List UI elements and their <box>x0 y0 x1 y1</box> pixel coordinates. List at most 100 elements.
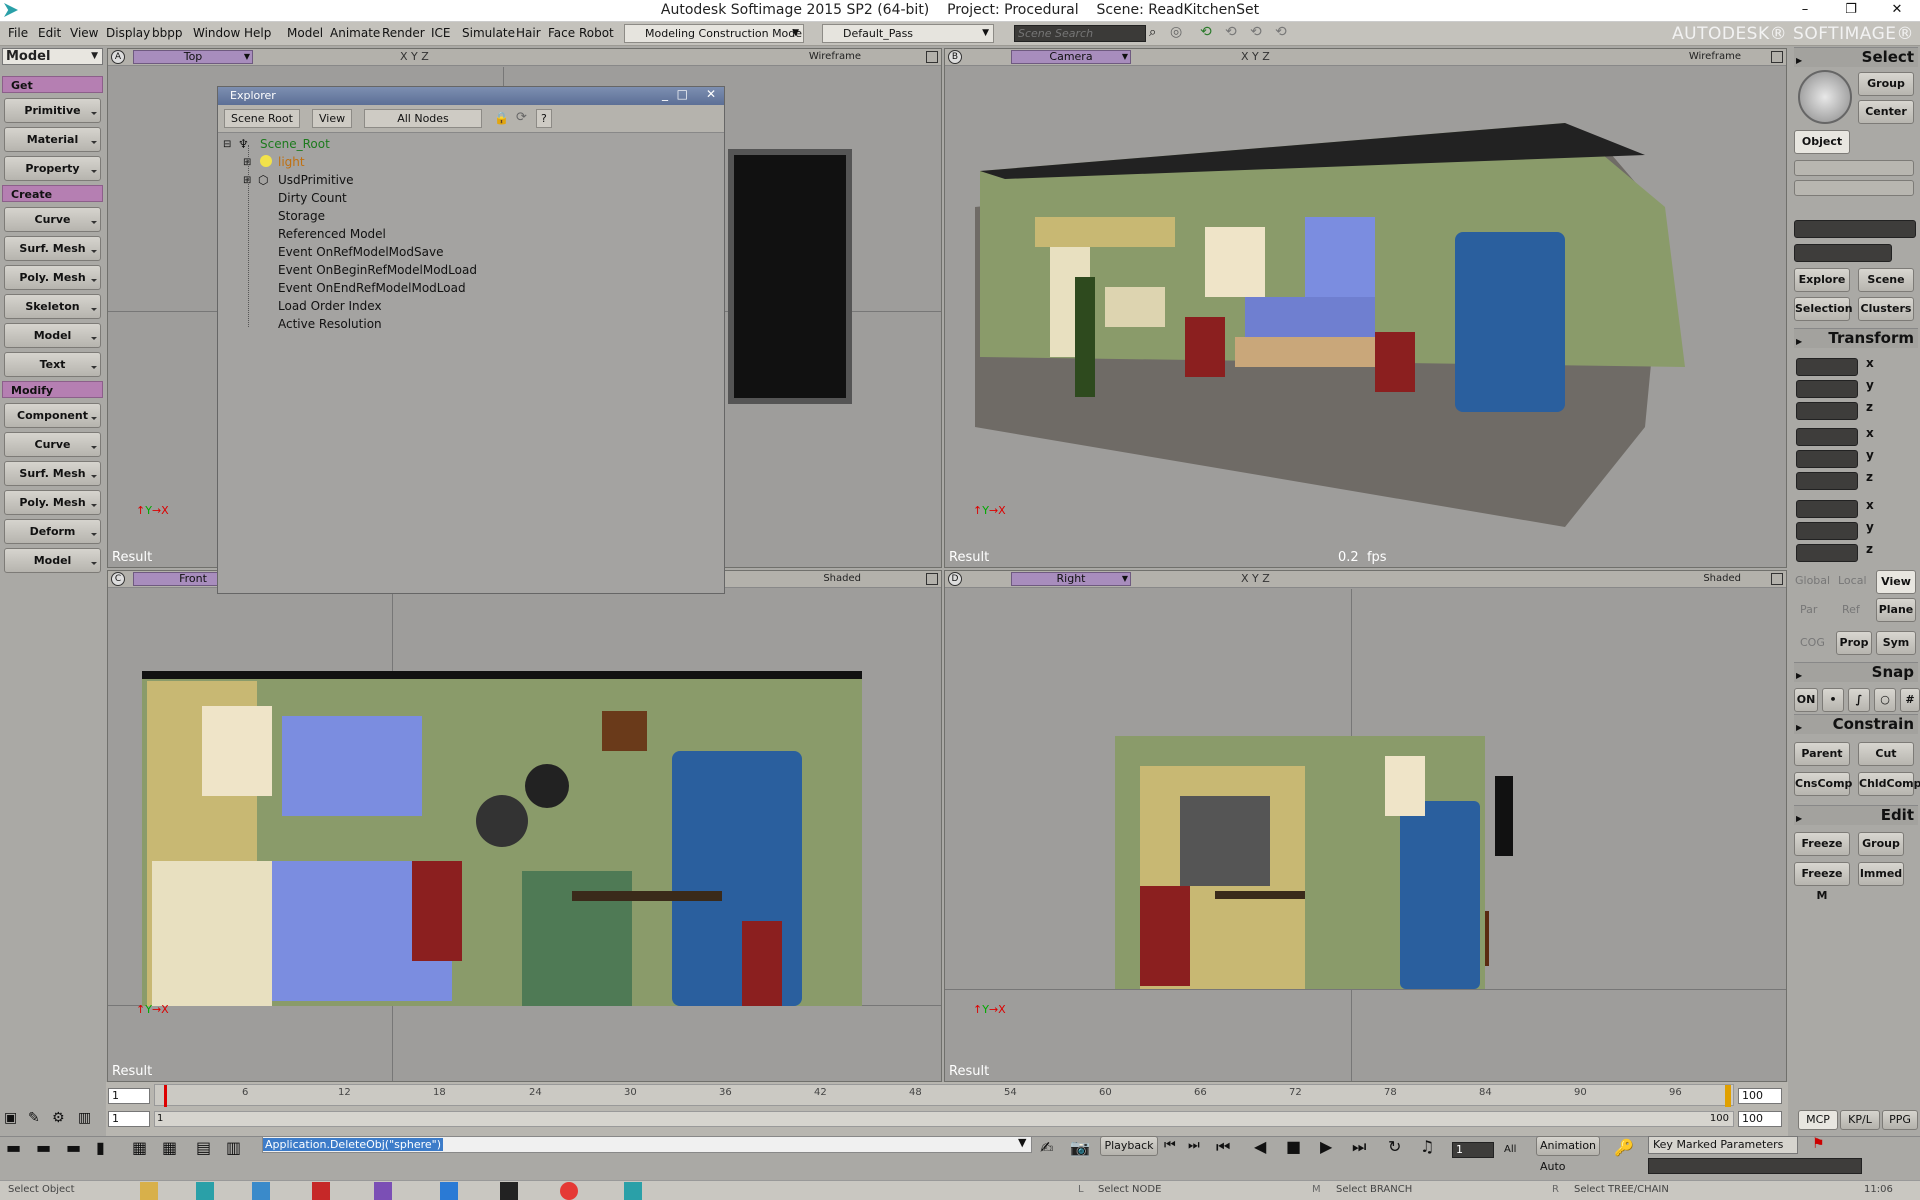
translate-z-field[interactable] <box>1796 544 1858 562</box>
layout2-icon[interactable]: ▬ <box>36 1138 51 1157</box>
collapse-icon[interactable]: ⊟ <box>223 139 231 150</box>
viewport-b-camera-dropdown[interactable]: Camera <box>1011 50 1131 64</box>
command-line[interactable]: Application.DeleteObj("sphere") <box>262 1136 1032 1153</box>
select-center-button[interactable]: Center <box>1858 100 1914 124</box>
viewport-c[interactable]: C Front Shaded ↑Y→X Result <box>107 570 942 1082</box>
snap-surface-icon[interactable]: ○ <box>1874 688 1896 712</box>
lock-icon[interactable]: 🔒 <box>494 111 509 125</box>
explorer-window[interactable]: Explorer _ □ ✕ Scene Root View All Nodes… <box>217 86 725 594</box>
prev-key-icon[interactable]: ⏮ <box>1164 1138 1176 1153</box>
viewport-b-letter[interactable]: B <box>948 50 962 64</box>
select-name-field-2[interactable] <box>1794 244 1892 262</box>
layout-icon[interactable]: ▣ <box>4 1110 17 1126</box>
layout8-icon[interactable]: ▥ <box>226 1138 241 1157</box>
rotate-icon[interactable]: ⟲ <box>1200 24 1212 40</box>
tree-node-event-begin-load[interactable]: Event OnBeginRefModelModLoad <box>278 263 477 277</box>
menu-display[interactable]: Display <box>106 26 150 40</box>
modify-header[interactable]: Modify <box>2 381 103 398</box>
panel-icon[interactable]: ▥ <box>78 1110 91 1126</box>
playhead[interactable] <box>164 1085 167 1107</box>
explorer-minimize-icon[interactable]: _ <box>662 87 668 101</box>
menu-simulate[interactable]: Simulate <box>462 26 515 40</box>
material-button[interactable]: Material <box>4 127 101 152</box>
create-poly-mesh-button[interactable]: Poly. Mesh <box>4 265 101 290</box>
create-model-button[interactable]: Model <box>4 323 101 348</box>
camera-icon[interactable]: 📷 <box>1070 1138 1090 1157</box>
terminal-icon[interactable] <box>500 1182 518 1200</box>
translate-x-field[interactable] <box>1796 500 1858 518</box>
create-text-button[interactable]: Text <box>4 352 101 377</box>
explorer-scope-button[interactable]: Scene Root <box>224 109 300 128</box>
modify-surf-mesh-button[interactable]: Surf. Mesh <box>4 461 101 486</box>
tree-node-load-order-index[interactable]: Load Order Index <box>278 299 382 313</box>
tree-node-active-resolution[interactable]: Active Resolution <box>278 317 382 331</box>
viewport-b-xyz[interactable]: X Y Z <box>1241 50 1270 63</box>
explorer-view-button[interactable]: View <box>312 109 353 128</box>
select-arrow-icon[interactable] <box>1798 70 1852 124</box>
plane-toggle[interactable]: Plane <box>1876 598 1916 622</box>
prop-toggle[interactable]: Prop <box>1836 631 1872 655</box>
viewport-b-maximize-icon[interactable] <box>1771 51 1783 63</box>
freeze-m-button[interactable]: Freeze M <box>1794 862 1850 902</box>
ref-toggle[interactable]: Ref <box>1842 603 1860 616</box>
layout5-icon[interactable]: ▦ <box>132 1138 147 1157</box>
viewport-b-display-mode[interactable]: Wireframe <box>1689 51 1741 62</box>
tree-node-event-end-load[interactable]: Event OnEndRefModelModLoad <box>278 281 466 295</box>
layout1-icon[interactable]: ▬ <box>6 1138 21 1157</box>
app3-icon[interactable] <box>252 1182 270 1200</box>
viewport-d-display-mode[interactable]: Shaded <box>1703 573 1741 584</box>
viewport-d[interactable]: D Right X Y Z Shaded ↑Y→X Result <box>944 570 1787 1082</box>
menu-edit[interactable]: Edit <box>38 26 61 40</box>
viewport-d-maximize-icon[interactable] <box>1771 573 1783 585</box>
tree-node-dirty-count[interactable]: Dirty Count <box>278 191 347 205</box>
cog-toggle[interactable]: COG <box>1800 636 1825 649</box>
create-header[interactable]: Create <box>2 185 103 202</box>
layout7-icon[interactable]: ▤ <box>196 1138 211 1157</box>
ppg-tab[interactable]: PPG <box>1882 1110 1918 1130</box>
refresh-icon[interactable]: ⟳ <box>516 110 527 125</box>
pass-dropdown[interactable]: Default_Pass <box>822 24 994 43</box>
menu-view[interactable]: View <box>70 26 98 40</box>
immed-button[interactable]: Immed <box>1858 862 1904 886</box>
menu-model[interactable]: Model <box>287 26 323 40</box>
chrome-icon[interactable] <box>560 1182 578 1200</box>
menu-animate[interactable]: Animate <box>330 26 380 40</box>
viewport-d-camera-dropdown[interactable]: Right <box>1011 572 1131 586</box>
rotate4-icon[interactable]: ⟲ <box>1275 24 1287 40</box>
viewport-b[interactable]: B Camera X Y Z Wireframe ↑Y→X 0.2 fps Re… <box>944 48 1787 568</box>
modify-curve-button[interactable]: Curve <box>4 432 101 457</box>
menu-window[interactable]: Window <box>193 26 240 40</box>
scale-x-field[interactable] <box>1796 358 1858 376</box>
timeline-end-field-2[interactable]: 100 <box>1738 1111 1782 1127</box>
chldcomp-button[interactable]: ChldComp <box>1858 772 1920 796</box>
menu-help[interactable]: Help <box>244 26 271 40</box>
explorer-title[interactable]: Explorer <box>218 87 724 105</box>
view-toggle[interactable]: View <box>1876 570 1916 594</box>
viewport-a-letter[interactable]: A <box>111 50 125 64</box>
tree-node-usdprimitive[interactable]: UsdPrimitive <box>278 173 354 187</box>
select-group-button[interactable]: Group <box>1858 72 1914 96</box>
viewport-a-xyz[interactable]: X Y Z <box>400 50 429 63</box>
tree-node-event-save[interactable]: Event OnRefModelModSave <box>278 245 443 259</box>
rotate-x-field[interactable] <box>1796 428 1858 446</box>
first-frame-icon[interactable]: ⏮ <box>1216 1137 1230 1157</box>
explorer-maximize-icon[interactable]: □ <box>677 87 688 101</box>
viewport-a-camera-dropdown[interactable]: Top <box>133 50 253 64</box>
explore-button[interactable]: Explore <box>1794 268 1850 292</box>
tree-node-referenced-model[interactable]: Referenced Model <box>278 227 386 241</box>
create-skeleton-button[interactable]: Skeleton <box>4 294 101 319</box>
scale-z-field[interactable] <box>1796 402 1858 420</box>
timeline-start-field[interactable]: 1 <box>108 1088 150 1104</box>
script-editor-icon[interactable]: ✍ <box>1040 1138 1053 1157</box>
current-frame-field[interactable]: 1 <box>1452 1142 1494 1158</box>
viewport-a-display-mode[interactable]: Wireframe <box>809 51 861 62</box>
kpl-tab[interactable]: KP/L <box>1840 1110 1880 1130</box>
select-name-field[interactable] <box>1794 220 1916 238</box>
command-history-dropdown-icon[interactable]: ▼ <box>1018 1136 1026 1149</box>
create-surf-mesh-button[interactable]: Surf. Mesh <box>4 236 101 261</box>
timeline-end-field[interactable]: 100 <box>1738 1088 1782 1104</box>
layout4-icon[interactable]: ▮ <box>96 1138 105 1157</box>
loop-icon[interactable]: ↻ <box>1388 1137 1401 1156</box>
tree-node-scene-root[interactable]: Scene_Root <box>260 137 330 151</box>
menu-hair[interactable]: Hair <box>516 26 541 40</box>
